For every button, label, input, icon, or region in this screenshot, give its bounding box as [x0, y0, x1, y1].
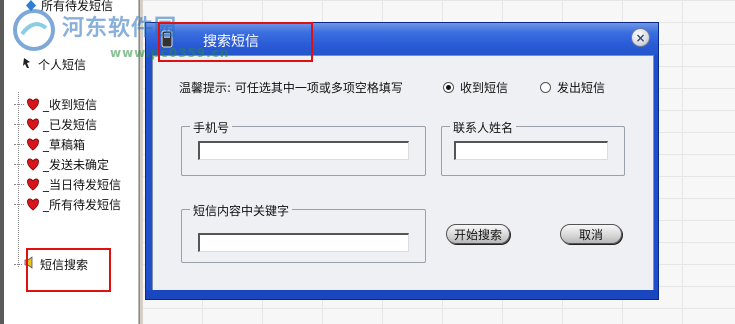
tree-item-label: _收到短信: [43, 97, 98, 112]
tree-item-label: _草稿箱: [43, 137, 86, 152]
dialog-bottom-border: [146, 290, 658, 299]
close-button[interactable]: ×: [631, 28, 650, 47]
tree-item-unconfirmed[interactable]: _发送未确定: [4, 156, 109, 172]
heart-icon: [26, 138, 40, 151]
heart-icon: [26, 98, 40, 111]
tree-item-label: _已发短信: [43, 117, 98, 132]
contact-name-input[interactable]: [454, 141, 608, 160]
tree-item-personal-sms[interactable]: 个人短信: [22, 56, 86, 72]
radio-received-label: 收到短信: [460, 81, 509, 95]
tree-item-label: _所有待发短信: [43, 197, 122, 212]
cancel-button[interactable]: 取消: [560, 224, 622, 244]
contact-label: 联系人姓名: [450, 119, 517, 136]
tree-item-drafts[interactable]: _草稿箱: [4, 136, 85, 152]
start-search-button[interactable]: 开始搜索: [446, 224, 510, 244]
radio-received[interactable]: 收到短信: [443, 79, 508, 96]
tree-item-all-pending[interactable]: _所有待发短信: [4, 196, 121, 212]
watermark-logo-icon: [12, 8, 56, 52]
tree-item-today-pending[interactable]: _当日待发短信: [4, 176, 121, 192]
phone-label: 手机号: [190, 119, 233, 136]
keyword-label: 短信内容中关键字: [190, 202, 293, 219]
pin-icon: [22, 56, 34, 73]
tree-item-label: 个人短信: [38, 57, 87, 72]
tree-item-label: _发送未确定: [43, 157, 110, 172]
highlight-sms-search: [26, 248, 111, 292]
heart-icon: [26, 158, 40, 171]
heart-icon: [26, 198, 40, 211]
radio-sent-dot[interactable]: [540, 82, 551, 93]
heart-icon: [26, 178, 40, 191]
radio-sent-label: 发出短信: [557, 81, 606, 95]
tree-item-label: _当日待发短信: [43, 177, 122, 192]
keyword-input[interactable]: [198, 233, 409, 252]
phone-input[interactable]: [198, 141, 409, 160]
tree-item-received[interactable]: _收到短信: [4, 96, 97, 112]
highlight-dialog-title: [158, 22, 313, 62]
radio-sent[interactable]: 发出短信: [540, 79, 605, 96]
heart-icon: [26, 118, 40, 131]
hint-text: 温馨提示: 可任选其中一项或多项空格填写: [179, 81, 403, 95]
radio-received-dot[interactable]: [443, 82, 454, 93]
tree-item-sent[interactable]: _已发短信: [4, 116, 97, 132]
